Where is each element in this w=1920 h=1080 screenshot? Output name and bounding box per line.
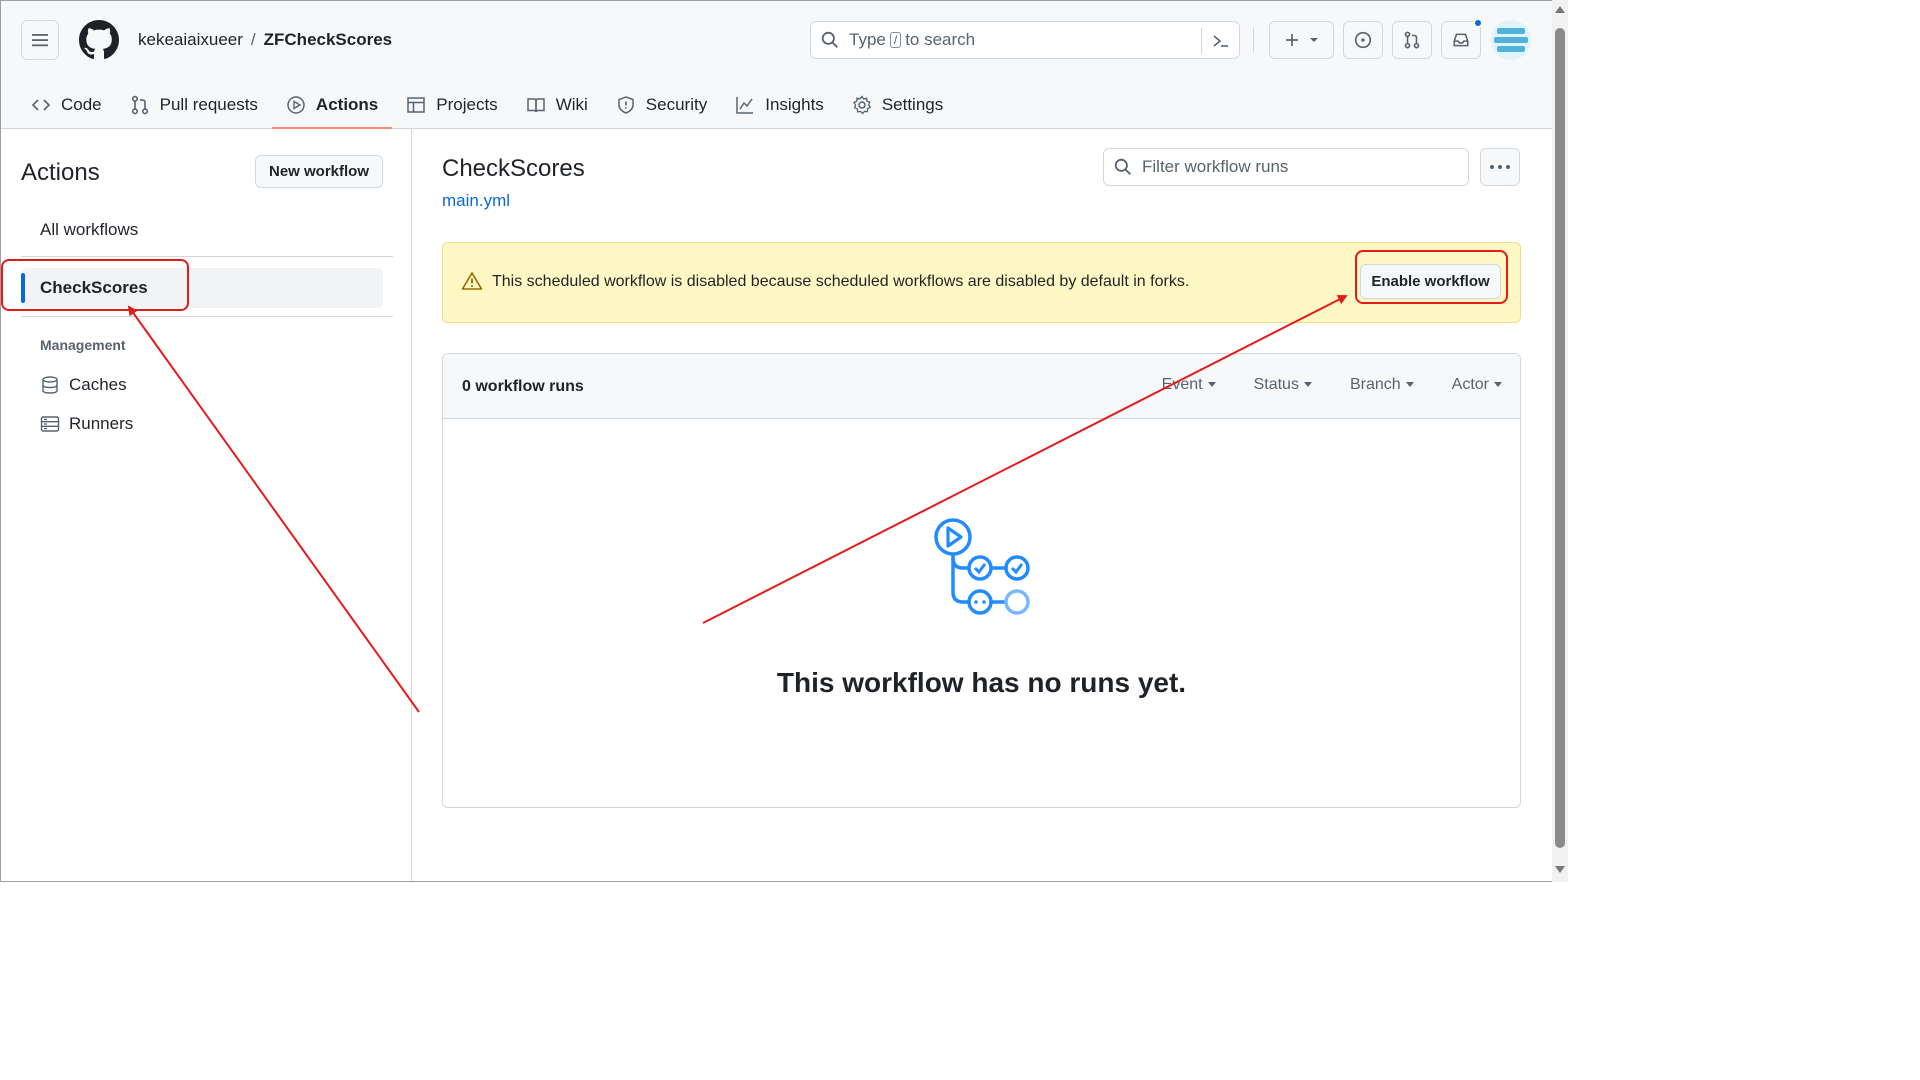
search-shortcut-key: /	[889, 32, 902, 48]
issue-icon	[1354, 31, 1372, 49]
book-icon	[526, 97, 545, 112]
tab-settings[interactable]: Settings	[838, 81, 957, 128]
sidebar-item-label: Caches	[69, 375, 127, 394]
search-input[interactable]: Type / to search	[810, 21, 1240, 59]
create-new-button[interactable]	[1269, 21, 1334, 59]
alert-icon	[461, 272, 483, 290]
sidebar-item-runners[interactable]: Runners	[40, 414, 133, 434]
scroll-up-arrow-icon[interactable]	[1555, 6, 1565, 13]
graph-icon	[736, 96, 754, 114]
sidebar-divider	[21, 256, 393, 257]
scroll-down-arrow-icon[interactable]	[1555, 866, 1565, 873]
terminal-icon	[1213, 35, 1228, 47]
plus-icon	[1285, 34, 1298, 46]
sidebar-title: Actions	[21, 159, 100, 186]
search-placeholder-post: to search	[905, 30, 976, 49]
app-header: kekeaiaixueer / ZFCheckScores Type / to …	[1, 1, 1552, 129]
breadcrumb: kekeaiaixueer / ZFCheckScores	[138, 30, 392, 50]
tab-wiki[interactable]: Wiki	[512, 81, 602, 128]
tab-security[interactable]: Security	[602, 81, 721, 128]
play-icon	[287, 95, 305, 114]
sidebar-item-caches[interactable]: Caches	[40, 375, 127, 395]
search-icon	[1114, 158, 1131, 175]
workflow-graph-icon	[934, 518, 1030, 615]
flash-message: This scheduled workflow is disabled beca…	[492, 273, 1190, 290]
gear-icon	[852, 94, 872, 114]
more-options-button[interactable]	[1480, 148, 1520, 186]
annotation-highlight-enable-button	[1355, 250, 1508, 304]
sidebar-item-all-workflows[interactable]: All workflows	[40, 220, 138, 240]
hamburger-icon	[32, 34, 48, 47]
workflow-runs-box: 0 workflow runs Event Status Branch Acto…	[442, 353, 1521, 808]
annotation-highlight-checkscores	[1, 259, 189, 311]
tab-label: Projects	[436, 94, 498, 114]
pull-requests-button[interactable]	[1392, 21, 1432, 59]
runs-box-header: 0 workflow runs Event Status Branch Acto…	[443, 354, 1520, 419]
tab-pull-requests[interactable]: Pull requests	[116, 81, 272, 128]
tab-actions[interactable]: Actions	[271, 81, 393, 129]
repo-nav-tabs: Code Pull requests Actions Projects Wiki…	[17, 81, 957, 129]
repo-owner-link[interactable]: kekeaiaixueer	[138, 30, 243, 50]
kebab-horizontal-icon	[1490, 165, 1510, 169]
filter-workflow-runs-input[interactable]: Filter workflow runs	[1103, 148, 1469, 186]
shield-icon	[618, 95, 634, 114]
actions-sidebar: Actions New workflow All workflows Check…	[1, 129, 412, 881]
tab-label: Settings	[881, 94, 944, 114]
workflow-title: CheckScores	[442, 155, 585, 182]
search-icon	[821, 31, 838, 48]
tab-insights[interactable]: Insights	[721, 81, 838, 128]
empty-state-message: This workflow has no runs yet.	[776, 667, 1187, 698]
tab-projects[interactable]: Projects	[392, 81, 511, 128]
triangle-down-icon	[1309, 38, 1318, 42]
workflow-file-link[interactable]: main.yml	[442, 191, 510, 211]
tab-label: Code	[61, 94, 102, 114]
server-icon	[40, 416, 60, 432]
actor-filter-dropdown[interactable]: Actor	[1452, 376, 1502, 394]
inbox-icon	[1453, 33, 1469, 47]
command-palette-button[interactable]	[1201, 28, 1231, 54]
tab-label: Wiki	[555, 94, 588, 114]
status-filter-dropdown[interactable]: Status	[1254, 376, 1312, 394]
runs-count: 0 workflow runs	[462, 378, 584, 395]
repo-name-link[interactable]: ZFCheckScores	[264, 30, 393, 50]
filter-placeholder: Filter workflow runs	[1142, 157, 1289, 176]
breadcrumb-separator: /	[250, 30, 256, 49]
event-filter-dropdown[interactable]: Event	[1162, 376, 1216, 394]
issues-button[interactable]	[1343, 21, 1383, 59]
page-scrollbar[interactable]	[1552, 0, 1568, 882]
table-icon	[407, 96, 426, 113]
tab-label: Actions	[315, 94, 379, 114]
database-icon	[42, 376, 58, 394]
tab-label: Insights	[765, 94, 824, 114]
notification-indicator	[1473, 18, 1483, 28]
pull-request-icon	[131, 95, 148, 114]
menu-button[interactable]	[21, 20, 59, 60]
tab-label: Pull requests	[159, 94, 258, 114]
header-divider	[1253, 27, 1254, 53]
pull-request-icon	[1404, 31, 1420, 49]
search-placeholder-pre: Type	[849, 30, 886, 49]
new-workflow-button[interactable]: New workflow	[255, 155, 383, 188]
tab-code[interactable]: Code	[17, 81, 116, 128]
code-icon	[31, 98, 51, 111]
github-logo-icon[interactable]	[79, 20, 119, 60]
sidebar-divider	[21, 316, 393, 317]
management-heading: Management	[40, 337, 126, 353]
sidebar-item-label: Runners	[69, 414, 134, 433]
user-avatar[interactable]	[1491, 20, 1531, 60]
tab-label: Security	[645, 94, 708, 114]
run-filters: Event Status Branch Actor	[1162, 376, 1502, 394]
branch-filter-dropdown[interactable]: Branch	[1350, 376, 1414, 394]
scrollbar-thumb[interactable]	[1555, 28, 1565, 848]
browser-page: kekeaiaixueer / ZFCheckScores Type / to …	[0, 0, 1552, 882]
